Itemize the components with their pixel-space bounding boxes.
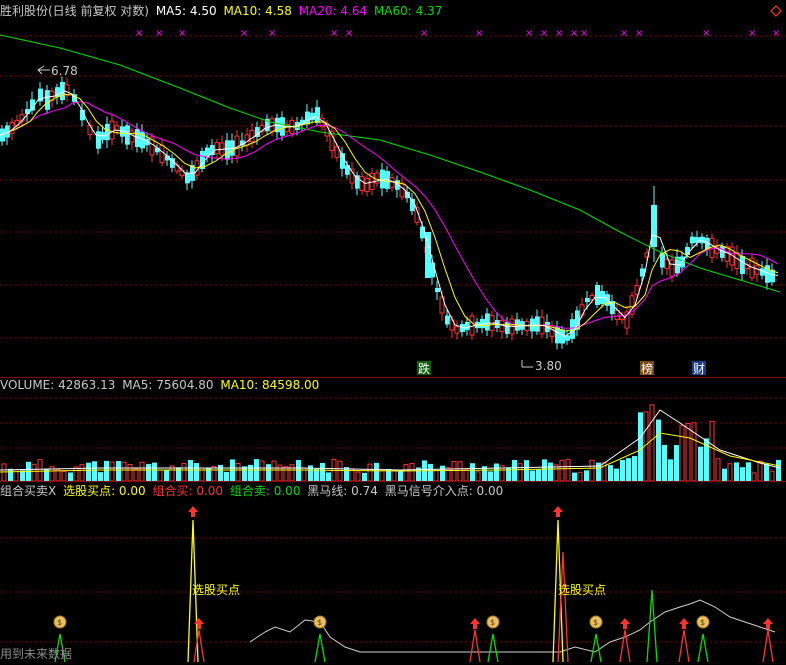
price-header: 胜利股份(日线 前复权 对数) MA5: 4.50 MA10: 4.58 MA2…: [0, 4, 445, 18]
tag-cai-text: 财: [693, 362, 705, 376]
svg-text:×: ×: [240, 28, 248, 39]
tag-die[interactable]: 跌: [417, 361, 431, 376]
indicator-header: 组合买卖X 选股买点: 0.00 组合买: 0.00 组合卖: 0.00 黑马线…: [0, 484, 506, 498]
volume-chart[interactable]: [0, 378, 786, 482]
candlesticks: [0, 76, 775, 350]
svg-text:×: ×: [772, 28, 780, 39]
svg-text:×: ×: [268, 28, 276, 39]
low-price-value: 3.80: [535, 359, 562, 373]
ma20-line: [0, 101, 779, 329]
svg-text:$: $: [317, 618, 322, 627]
svg-text:×: ×: [555, 28, 563, 39]
volume-ma10-label: MA10: 84598.00: [220, 378, 320, 392]
price-pane[interactable]: 胜利股份(日线 前复权 对数) MA5: 4.50 MA10: 4.58 MA2…: [0, 0, 786, 378]
indicator-signals: $ $ $ $ $: [53, 506, 774, 663]
ma5-label: MA5: 4.50: [155, 4, 217, 18]
indicator-grid: [0, 537, 786, 643]
tag-die-text: 跌: [418, 361, 430, 376]
svg-text:×: ×: [178, 28, 186, 39]
heima-signal-label: 黑马信号介入点: 0.00: [384, 484, 504, 498]
volume-ma5-label: MA5: 75604.80: [122, 378, 214, 392]
svg-text:×: ×: [748, 28, 756, 39]
tag-bang[interactable]: 榜: [640, 361, 654, 376]
svg-text:×: ×: [525, 28, 533, 39]
heima-curve: [249, 599, 776, 653]
svg-text:×: ×: [570, 28, 578, 39]
svg-text:×: ×: [620, 28, 628, 39]
tag-bang-text: 榜: [641, 361, 653, 376]
high-price-value: 6.78: [51, 64, 78, 78]
svg-text:×: ×: [702, 28, 710, 39]
ma10-label: MA10: 4.58: [223, 4, 292, 18]
high-price-marker: 6.78: [37, 64, 78, 78]
ma60-label: MA60: 4.37: [373, 4, 443, 18]
svg-text:×: ×: [420, 28, 428, 39]
combo-sell-label: 组合卖: 0.00: [229, 484, 301, 498]
svg-text:×: ×: [540, 28, 548, 39]
price-chart[interactable]: × × × × × × × × × × × × × × × × × × × 6.78 3.80 跌 榜 财: [0, 0, 786, 378]
heima-line-label: 黑马线: 0.74: [307, 484, 378, 498]
indicator-pane[interactable]: 组合买卖X 选股买点: 0.00 组合买: 0.00 组合卖: 0.00 黑马线…: [0, 482, 786, 665]
tag-cai[interactable]: 财: [692, 361, 706, 376]
svg-text:×: ×: [345, 28, 353, 39]
volume-pane[interactable]: VOLUME: 42863.13 MA5: 75604.80 MA10: 845…: [0, 378, 786, 482]
svg-text:$: $: [57, 618, 62, 627]
future-data-warning: 用到未来数据: [0, 647, 73, 661]
volume-value-label: VOLUME: 42863.13: [0, 378, 116, 392]
volume-header: VOLUME: 42863.13 MA5: 75604.80 MA10: 845…: [0, 378, 322, 392]
ma20-label: MA20: 4.64: [298, 4, 368, 18]
low-price-marker: 3.80: [521, 359, 562, 373]
svg-text:×: ×: [475, 28, 483, 39]
svg-text:×: ×: [135, 28, 143, 39]
indicator-chart[interactable]: $ $ $ $ $ 选股买点 选股买点: [0, 482, 786, 665]
svg-text:$: $: [700, 618, 705, 627]
svg-text:×: ×: [635, 28, 643, 39]
stock-title: 胜利股份(日线 前复权 对数): [0, 4, 149, 18]
x-markers: × × × × × × × × × × × × × × × × × × ×: [135, 28, 780, 39]
buy-point-annotation-2: 选股买点: [558, 583, 606, 597]
svg-text:$: $: [593, 618, 598, 627]
combo-buy-label: 组合买: 0.00: [152, 484, 224, 498]
pane-expand-icon[interactable]: [770, 5, 782, 17]
volume-grid: [0, 397, 786, 449]
indicator-name: 组合买卖X: [0, 484, 57, 498]
buy-point-annotation-1: 选股买点: [192, 583, 240, 597]
svg-text:×: ×: [580, 28, 588, 39]
svg-text:×: ×: [155, 28, 163, 39]
buy-point-label: 选股买点: 0.00: [63, 484, 146, 498]
svg-text:×: ×: [330, 28, 338, 39]
svg-text:$: $: [490, 618, 495, 627]
